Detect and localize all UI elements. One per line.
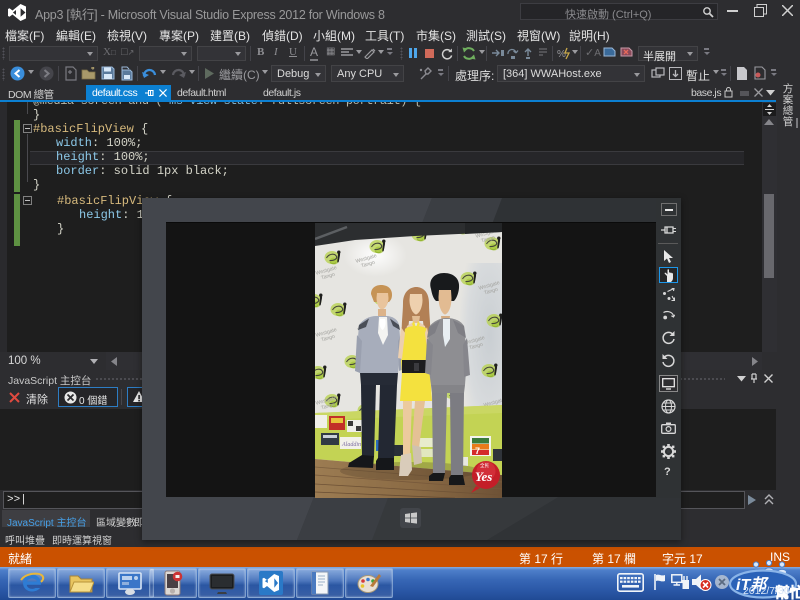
svg-text:7: 7 — [475, 446, 480, 456]
svg-text:全民: 全民 — [480, 462, 489, 469]
svg-text:%: % — [557, 49, 566, 60]
svg-text:2012/7/30: 2012/7/30 — [743, 585, 790, 597]
svg-text:Yes: Yes — [475, 469, 492, 484]
svg-text:Aladdin: Aladdin — [341, 442, 361, 448]
